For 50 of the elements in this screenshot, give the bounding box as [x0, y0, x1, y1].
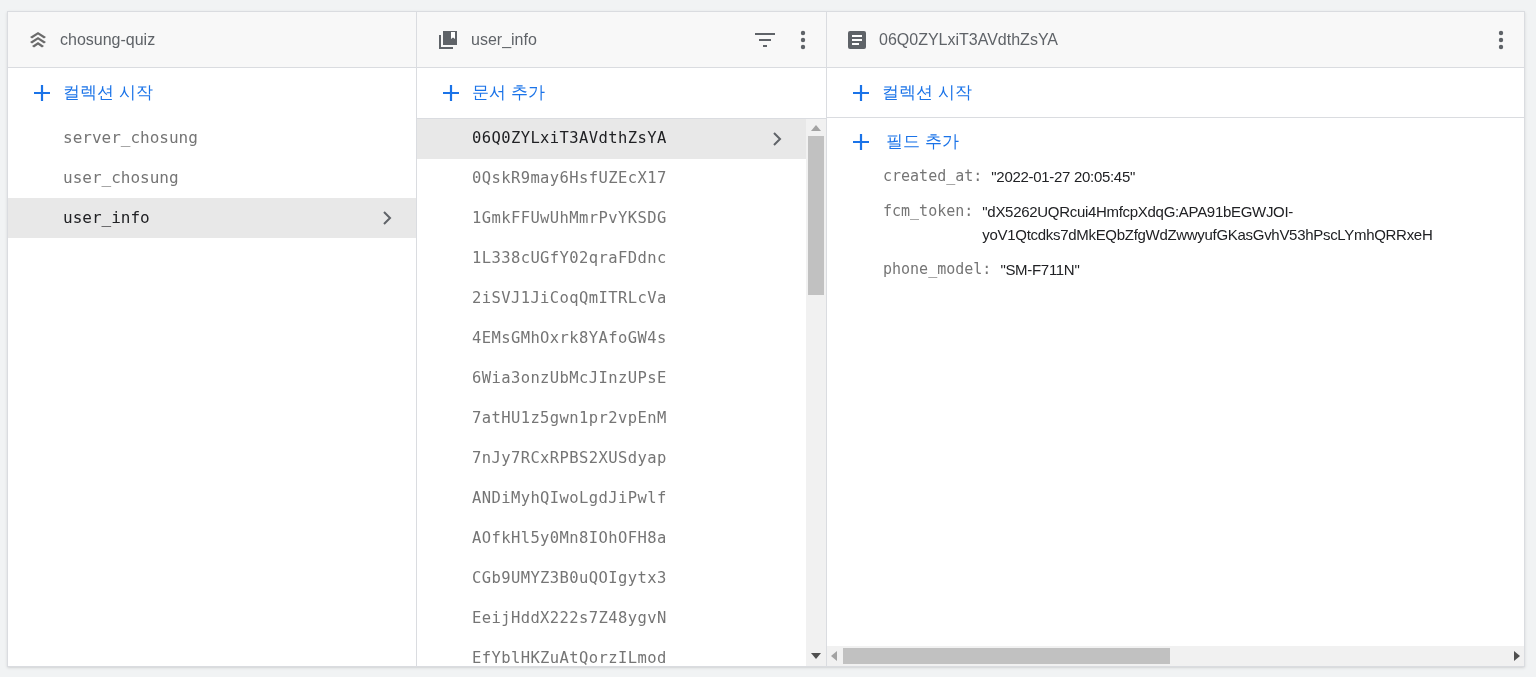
- plus-icon: [852, 83, 870, 102]
- stacked-pages-icon: [437, 28, 459, 51]
- list-item[interactable]: 06Q0ZYLxiT3AVdthZsYA: [417, 119, 806, 159]
- field-key: fcm_token:: [883, 200, 974, 223]
- add-field-button[interactable]: 필드 추가: [827, 118, 984, 165]
- field-key: phone_model:: [883, 258, 992, 281]
- list-item[interactable]: EfYblHKZuAtQorzILmod: [417, 639, 806, 666]
- field-value: "SM-F711N": [1000, 260, 1080, 280]
- scroll-left-icon[interactable]: [831, 651, 837, 661]
- list-item[interactable]: 1L338cUGfY02qraFDdnc: [417, 239, 806, 279]
- list-item[interactable]: user_chosung: [8, 158, 416, 198]
- plus-icon: [33, 84, 51, 102]
- add-button[interactable]: 문서 추가: [417, 68, 826, 118]
- add-button[interactable]: 컬렉션 시작: [8, 68, 416, 118]
- list-item[interactable]: 4EMsGMhOxrk8YAfoGW4s: [417, 319, 806, 359]
- list-item[interactable]: ANDiMyhQIwoLgdJiPwlf: [417, 479, 806, 519]
- add-button[interactable]: 컬렉션 시작: [827, 68, 1524, 118]
- field-value: yoV1Qtcdks7dMkEQbZfgWdZwwyufGKasGvhV53hPscLYmhQRRxeH: [982, 225, 1433, 245]
- list-item[interactable]: AOfkHl5y0Mn8IOhOFH8a: [417, 519, 806, 559]
- horizontal-scrollbar[interactable]: [827, 646, 1524, 666]
- document-icon: [847, 29, 867, 50]
- list-item[interactable]: 7nJy7RCxRPBS2XUSdyap: [417, 439, 806, 479]
- scroll-down-icon[interactable]: [811, 653, 821, 659]
- scrollbar-thumb[interactable]: [808, 136, 824, 295]
- vertical-scrollbar[interactable]: [806, 119, 826, 666]
- field-value: "dX5262UQRcui4HmfcpXdqG:APA91bEGWJOI-: [982, 202, 1295, 222]
- plus-icon: [442, 84, 460, 102]
- plus-icon: [852, 132, 870, 151]
- panel-title: 06Q0ZYLxiT3AVdthZsYA: [879, 29, 1059, 50]
- more-icon[interactable]: [1498, 29, 1504, 50]
- list-item[interactable]: 7atHU1z5gwn1pr2vpEnM: [417, 399, 806, 439]
- list-item[interactable]: 1GmkFFUwUhMmrPvYKSDG: [417, 199, 806, 239]
- list-item[interactable]: 0QskR9may6HsfUZEcX17: [417, 159, 806, 199]
- list-item[interactable]: EeijHddX222s7Z48ygvN: [417, 599, 806, 639]
- scrollbar-thumb[interactable]: [843, 648, 1170, 664]
- chevron-right-icon: [772, 132, 782, 146]
- scroll-right-icon[interactable]: [1514, 651, 1520, 661]
- list-item[interactable]: server_chosung: [8, 118, 416, 158]
- list-item[interactable]: CGb9UMYZ3B0uQOIgytx3: [417, 559, 806, 599]
- field-key: created_at:: [883, 165, 983, 188]
- list-item[interactable]: 2iSVJ1JiCoqQmITRLcVa: [417, 279, 806, 319]
- panel-title: user_info: [471, 29, 537, 50]
- list-item[interactable]: 6Wia3onzUbMcJInzUPsE: [417, 359, 806, 399]
- panel-title: chosung-quiz: [60, 29, 156, 50]
- stacked-chevrons-icon: [28, 29, 48, 50]
- filter-icon[interactable]: [754, 31, 776, 48]
- list-item[interactable]: user_info: [8, 198, 416, 238]
- more-icon[interactable]: [800, 29, 806, 50]
- chevron-right-icon: [382, 211, 392, 225]
- field-value: "2022-01-27 20:05:45": [991, 167, 1135, 187]
